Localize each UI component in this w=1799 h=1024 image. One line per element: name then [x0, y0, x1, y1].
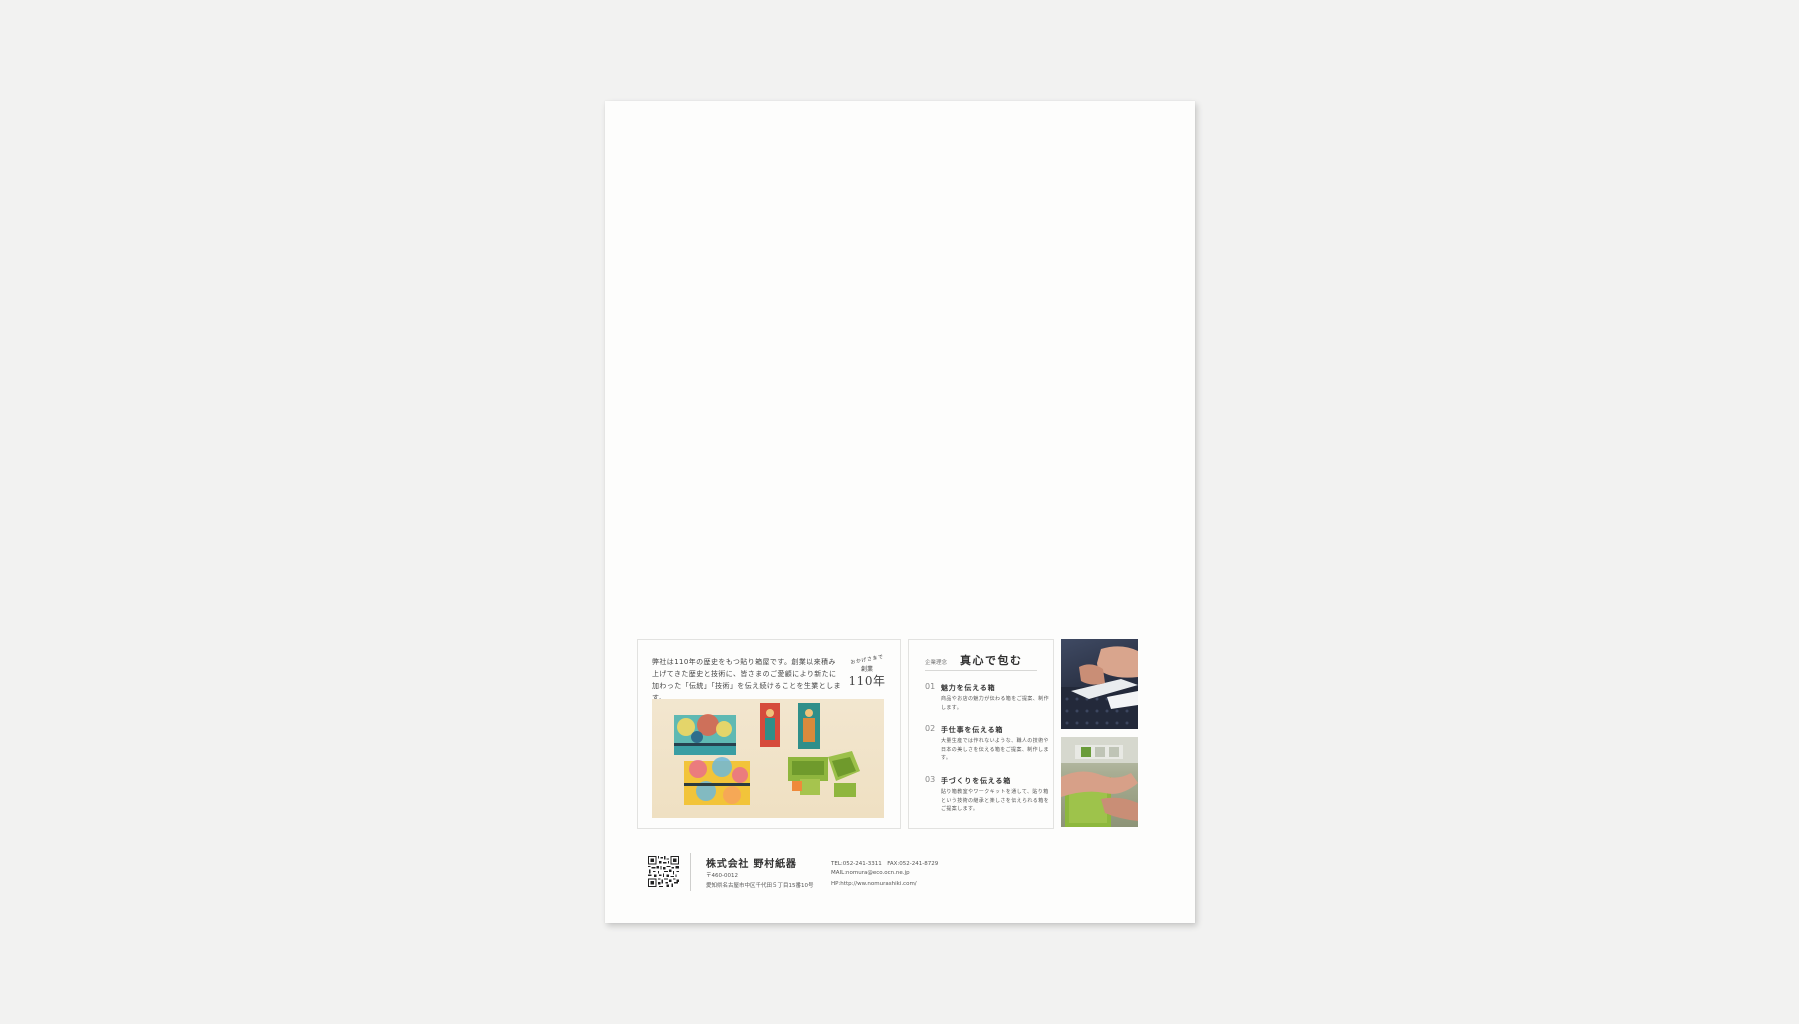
concept-title: 真心で包む	[960, 654, 1023, 667]
product-boxes-illustration	[674, 703, 860, 805]
craft-photo-illustration-2	[1061, 737, 1138, 827]
company-postal-code: 〒460-0012	[706, 873, 738, 879]
company-homepage-link[interactable]: HP:http://ww.nomurashiki.com/	[831, 881, 917, 887]
point-description: 商品やお店の魅力が伝わる箱をご提案、制作します。	[941, 696, 1050, 711]
point-title: 手仕事を伝える箱	[941, 726, 1004, 734]
point-number: 03	[925, 775, 936, 784]
company-tel-fax: TEL:052-241-3311 FAX:052-241-8729	[831, 861, 939, 867]
company-name: 株式会社 野村紙器	[706, 859, 797, 870]
concept-panel: 企業理念 真心で包む 01 魅力を伝える箱 商品やお店の魅力が伝わる箱をご提案、…	[908, 639, 1054, 829]
craft-photo-top	[1061, 639, 1138, 729]
company-footer: 株式会社 野村紙器 〒460-0012 愛知県名古屋市中区千代田５丁目15番10…	[648, 853, 1148, 893]
qr-code-icon[interactable]	[648, 856, 679, 887]
craft-photo-illustration	[1061, 646, 1138, 729]
company-mail[interactable]: MAIL:nomura@eco.ocn.ne.jp	[831, 870, 910, 876]
intro-panel: 弊社は110年の歴史をもつ貼り箱屋です。創業以来積み上げてきた歴史と技術に、皆さ…	[637, 639, 901, 829]
brochure-sheet: 弊社は110年の歴史をもつ貼り箱屋です。創業以来積み上げてきた歴史と技術に、皆さ…	[605, 101, 1195, 923]
point-number: 02	[925, 724, 936, 733]
anniversary-seal: おかげさまで 創業 110年	[842, 654, 892, 694]
footer-divider	[690, 853, 691, 891]
point-title: 魅力を伝える箱	[941, 684, 996, 692]
craft-photo-bottom	[1061, 737, 1138, 827]
product-boxes-photo	[652, 699, 884, 818]
company-address: 愛知県名古屋市中区千代田５丁目15番10号	[706, 883, 814, 889]
intro-text: 弊社は110年の歴史をもつ貼り箱屋です。創業以来積み上げてきた歴史と技術に、皆さ…	[652, 658, 841, 702]
anniversary-thanks: おかげさまで	[850, 654, 885, 666]
point-number: 01	[925, 682, 936, 691]
point-description: 貼り箱教室やワークキットを通して、貼り箱という技術の継承と楽しさを伝えられる箱を…	[941, 789, 1050, 812]
point-description: 大量生産では作れないような、職人の技術や日本の美しさを伝える箱をご提案、制作しま…	[941, 738, 1049, 761]
concept-label: 企業理念	[925, 660, 948, 666]
concept-header: 企業理念 真心で包む	[925, 652, 1037, 671]
anniversary-years: 110年	[848, 674, 886, 688]
point-title: 手づくりを伝える箱	[941, 777, 1011, 785]
anniversary-label: 創業	[860, 666, 873, 673]
